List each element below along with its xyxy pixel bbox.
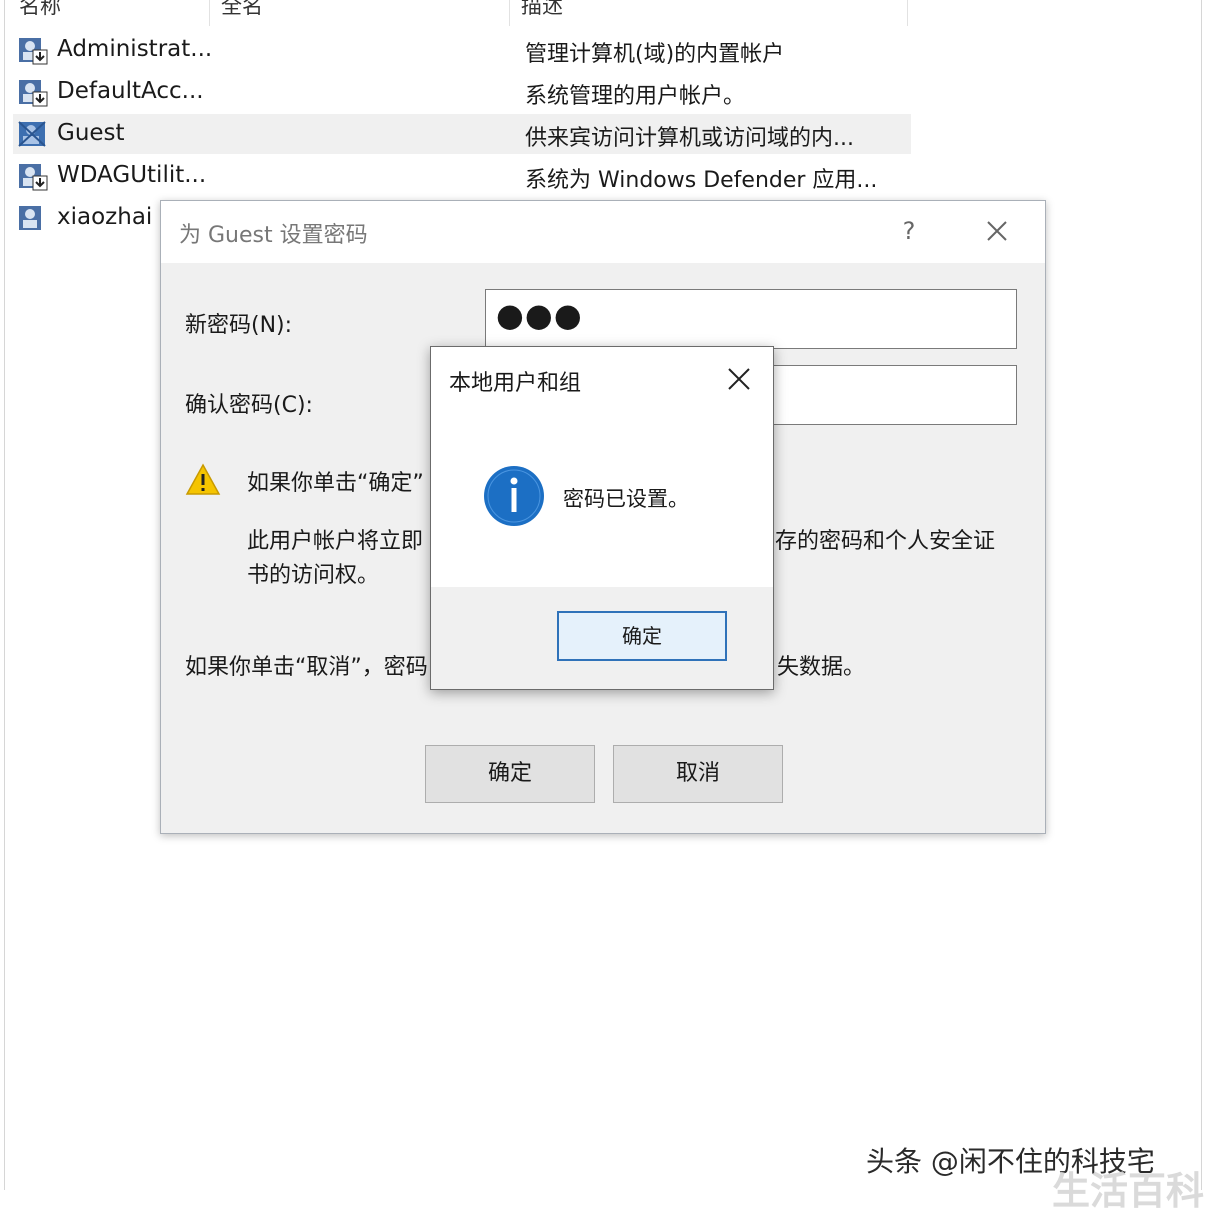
user-description: 系统管理的用户帐户。 <box>525 84 746 109</box>
warning-text-line2-cont: 存的密码和个人安全证 <box>775 529 996 554</box>
user-name: WDAGUtilit... <box>57 162 207 188</box>
new-password-label: 新密码(N): <box>185 313 293 338</box>
column-separator[interactable] <box>209 0 210 26</box>
dialog-title: 为 Guest 设置密码 <box>179 223 368 248</box>
user-name: Administrat... <box>57 36 213 62</box>
user-name: Guest <box>57 120 125 146</box>
close-icon[interactable] <box>973 211 1021 251</box>
warning-text-line3: 书的访问权。 <box>247 563 380 588</box>
user-description: 系统为 Windows Defender 应用... <box>525 168 878 193</box>
user-account-icon <box>18 121 46 147</box>
user-description: 供来宾访问计算机或访问域的内... <box>525 126 854 151</box>
column-header-fullname[interactable]: 全名 <box>221 0 263 18</box>
cancel-button[interactable]: 取消 <box>613 745 783 803</box>
message-box-title: 本地用户和组 <box>449 371 582 396</box>
user-account-icon <box>19 206 41 230</box>
message-text: 密码已设置。 <box>563 487 689 511</box>
message-box: 本地用户和组 密码已设置。 确定 <box>430 346 774 690</box>
list-item[interactable]: Administrat... 管理计算机(域)的内置帐户 <box>13 30 911 70</box>
close-icon[interactable] <box>721 361 757 397</box>
list-item[interactable]: xiaozhai <box>13 198 163 238</box>
password-mask: ●●● <box>496 296 583 334</box>
warning-icon <box>185 463 221 495</box>
column-header-description[interactable]: 描述 <box>521 0 563 18</box>
user-account-icon <box>19 80 48 107</box>
ok-button[interactable]: 确定 <box>425 745 595 803</box>
list-item[interactable]: WDAGUtilit... 系统为 Windows Defender 应用... <box>13 156 911 196</box>
new-password-field[interactable]: ●●● <box>485 289 1017 349</box>
user-account-icon <box>19 38 48 65</box>
site-watermark: 生活百科 <box>1052 1169 1205 1213</box>
warning-text-line1: 如果你单击“确定” <box>247 471 424 496</box>
ok-button[interactable]: 确定 <box>557 611 727 661</box>
help-button[interactable]: ? <box>889 213 929 249</box>
user-account-icon <box>19 164 48 191</box>
list-item-selected[interactable]: Guest 供来宾访问计算机或访问域的内... <box>13 114 911 154</box>
user-description: 管理计算机(域)的内置帐户 <box>525 42 785 67</box>
user-name: xiaozhai <box>57 204 153 230</box>
cancel-note-text: 如果你单击“取消”，密码 <box>185 655 428 680</box>
dialog-titlebar[interactable]: 为 Guest 设置密码 ? <box>161 201 1045 263</box>
column-separator[interactable] <box>907 0 908 26</box>
warning-text-line2: 此用户帐户将立即 <box>247 529 424 554</box>
column-separator[interactable] <box>509 0 510 26</box>
list-item[interactable]: DefaultAcc... 系统管理的用户帐户。 <box>13 72 911 112</box>
user-name: DefaultAcc... <box>57 78 204 104</box>
cancel-note-text-cont: 失数据。 <box>777 655 866 680</box>
info-icon <box>484 466 544 526</box>
confirm-password-label: 确认密码(C): <box>185 393 313 418</box>
column-header-name[interactable]: 名称 <box>19 0 61 18</box>
